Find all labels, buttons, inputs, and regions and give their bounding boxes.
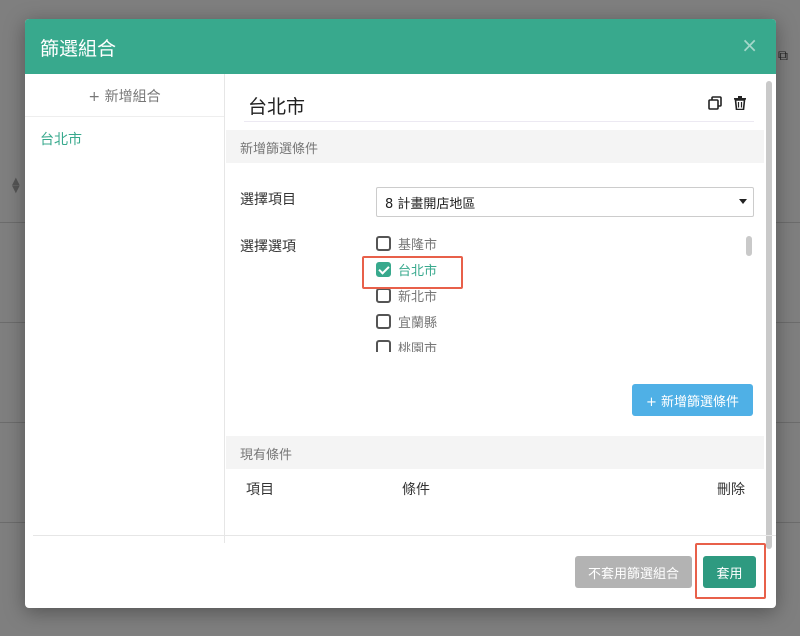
item-select[interactable]: 8 計畫開店地區 [376,187,754,217]
option-label: 新北市 [398,289,438,305]
option-label: 桃園市 [398,341,438,353]
add-condition-section-title: 新增篩選條件 [226,130,764,163]
copy-icon[interactable] [708,96,722,114]
item-select-value: 8 計畫開店地區 [385,197,476,212]
no-apply-filter-button[interactable]: 不套用篩選組合 [575,556,692,588]
sort-icon: ▲ ▼ [12,176,20,195]
option-label: 基隆市 [398,237,438,253]
select-item-label: 選擇項目 [240,192,296,208]
select-option-label: 選擇選項 [240,239,296,255]
add-condition-button[interactable]: + 新增篩選條件 [632,384,753,416]
option-item[interactable]: 宜蘭縣 [376,310,437,332]
editor-scrollbar[interactable] [766,81,772,549]
close-icon[interactable]: × [741,33,758,57]
group-name: 台北市 [248,96,306,118]
sidebar-divider [25,116,224,117]
modal-header: 篩選組合 × [25,19,776,74]
trash-icon[interactable] [734,96,746,114]
column-header-item: 項目 [246,482,274,498]
group-name-row: 台北市 [244,90,754,122]
footer-divider [33,535,776,536]
option-item[interactable]: 基隆市 [376,232,437,254]
column-header-delete: 刪除 [717,482,745,498]
option-list[interactable]: 基隆市 台北市 新北市 宜蘭縣 桃園市 [376,232,756,352]
option-list-scrollbar[interactable] [746,236,752,256]
option-checkbox[interactable] [376,339,391,352]
option-checkbox[interactable] [376,235,391,251]
add-group-button[interactable]: + 新增組合 [25,86,224,106]
option-label: 台北市 [398,263,438,279]
modal-title: 篩選組合 [40,38,117,60]
option-item[interactable]: 台北市 [376,258,437,280]
existing-conditions-title: 現有條件 [226,436,764,469]
group-editor: 台北市 新增篩選條件 選擇項目 8 計畫開店地區 選擇選項 基隆市 台北市 新北… [226,74,764,543]
group-sidebar: + 新增組合 台北市 [25,74,225,543]
apply-button[interactable]: 套用 [703,556,756,588]
option-item[interactable]: 新北市 [376,284,437,306]
option-checkbox[interactable] [376,261,391,277]
option-item[interactable]: 桃園市 [376,336,437,352]
option-checkbox[interactable] [376,313,391,329]
external-link-icon: ⧉ [778,48,788,64]
option-label: 宜蘭縣 [398,315,438,331]
chevron-down-icon [739,199,747,204]
sidebar-item-group[interactable]: 台北市 [40,129,82,149]
option-checkbox[interactable] [376,287,391,303]
filter-group-modal: 篩選組合 × + 新增組合 台北市 台北市 新增篩選條件 選擇項目 8 計畫開店… [25,19,776,608]
column-header-condition: 條件 [402,482,430,498]
